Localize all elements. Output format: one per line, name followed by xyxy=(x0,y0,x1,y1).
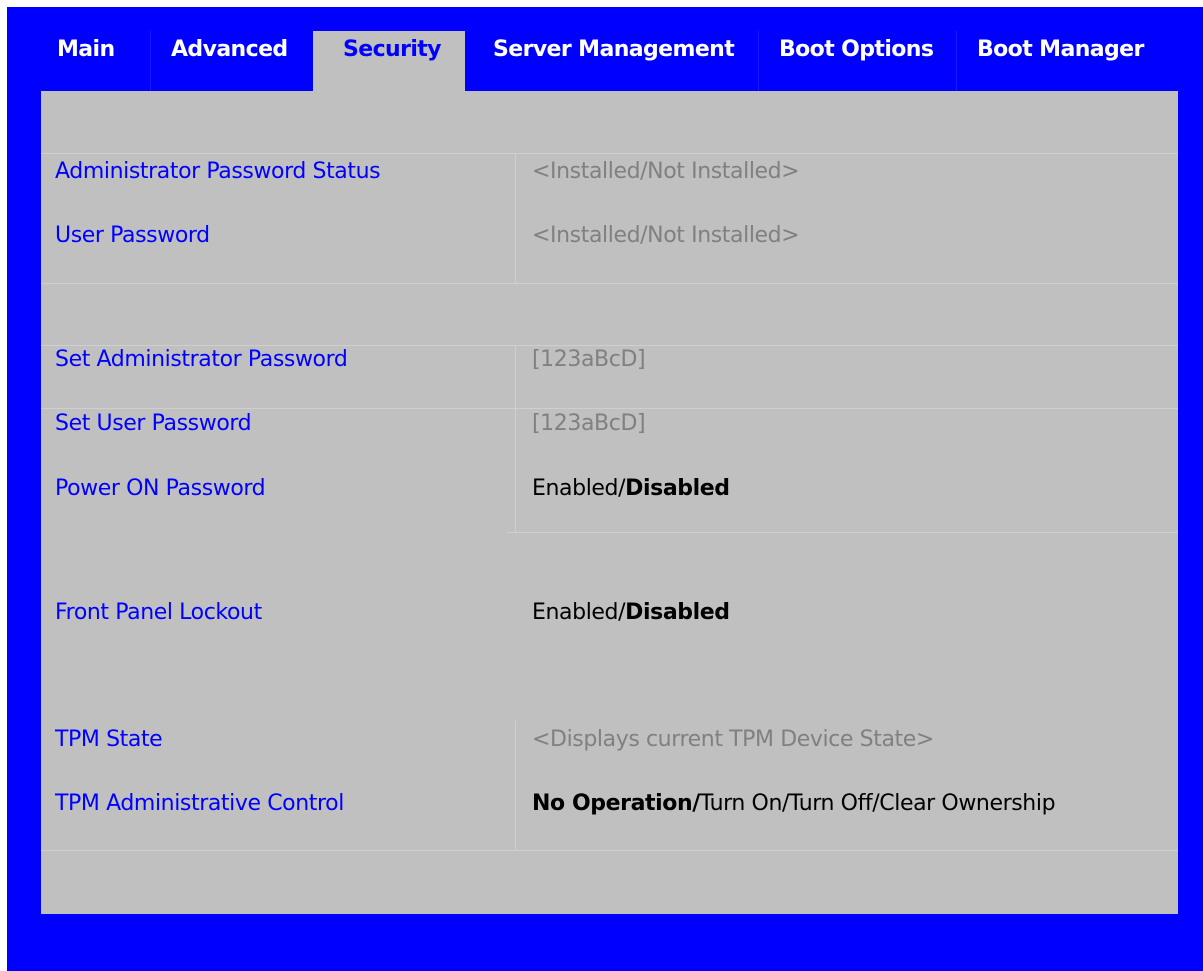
setting-label: TPM Administrative Control xyxy=(55,791,344,816)
setting-options: Enabled/Disabled xyxy=(532,600,730,625)
setting-label: Set User Password xyxy=(55,411,252,436)
tab-main-label: Main xyxy=(57,37,115,62)
row-divider xyxy=(41,153,1178,154)
option-normal: Turn On/Turn Off/Clear Ownership xyxy=(699,791,1056,816)
tab-boot-manager[interactable]: Boot Manager xyxy=(956,31,1166,91)
setting-value: <Installed/Not Installed> xyxy=(532,223,800,248)
tab-boot-options[interactable]: Boot Options xyxy=(758,31,956,91)
tab-boot-options-label: Boot Options xyxy=(779,37,934,62)
row-divider xyxy=(507,532,1178,533)
setting-row-front-panel-lockout[interactable]: Front Panel Lockout Enabled/Disabled xyxy=(41,600,1178,640)
setting-label: Power ON Password xyxy=(55,476,266,501)
row-divider xyxy=(41,850,1178,851)
setting-value: <Installed/Not Installed> xyxy=(532,159,800,184)
setting-options: Enabled/Disabled xyxy=(532,476,730,501)
setting-row-tpm-admin-control[interactable]: TPM Administrative Control No Operation/… xyxy=(41,791,1178,831)
row-divider xyxy=(41,283,1178,284)
security-settings-panel: Administrator Password Status <Installed… xyxy=(41,91,1178,914)
tab-bar: Main Advanced Security Server Management… xyxy=(7,7,1203,91)
setting-value: [123aBcD] xyxy=(532,347,646,372)
tab-boot-manager-label: Boot Manager xyxy=(977,37,1144,62)
row-divider xyxy=(41,408,1178,409)
setting-label: User Password xyxy=(55,223,210,248)
setting-label: Administrator Password Status xyxy=(55,159,381,184)
tab-advanced-label: Advanced xyxy=(171,37,288,62)
setting-value: <Displays current TPM Device State> xyxy=(532,727,934,752)
setting-options: No Operation/Turn On/Turn Off/Clear Owne… xyxy=(532,791,1056,816)
option-selected: Disabled xyxy=(625,476,730,501)
setting-row-power-on-password[interactable]: Power ON Password Enabled/Disabled xyxy=(41,476,1178,516)
setting-row-set-user-password[interactable]: Set User Password [123aBcD] xyxy=(41,411,1178,451)
option-selected: Disabled xyxy=(625,600,730,625)
setting-value: [123aBcD] xyxy=(532,411,646,436)
setting-row-set-admin-password[interactable]: Set Administrator Password [123aBcD] xyxy=(41,347,1178,387)
bios-setup-frame: Main Advanced Security Server Management… xyxy=(7,7,1203,971)
setting-row-admin-password-status: Administrator Password Status <Installed… xyxy=(41,159,1178,199)
tab-security[interactable]: Security xyxy=(313,31,465,91)
setting-row-user-password: User Password <Installed/Not Installed> xyxy=(41,223,1178,263)
tab-server-management[interactable]: Server Management xyxy=(473,31,756,91)
row-divider xyxy=(41,345,1178,346)
option-normal: Enabled/ xyxy=(532,600,626,625)
setting-label: TPM State xyxy=(55,727,163,752)
setting-row-tpm-state: TPM State <Displays current TPM Device S… xyxy=(41,727,1178,767)
setting-label: Set Administrator Password xyxy=(55,347,348,372)
tab-advanced[interactable]: Advanced xyxy=(150,31,313,91)
tab-server-management-label: Server Management xyxy=(493,37,735,62)
tab-security-label: Security xyxy=(343,37,442,62)
option-selected: No Operation/ xyxy=(532,791,700,816)
tab-main[interactable]: Main xyxy=(37,31,147,91)
option-normal: Enabled/ xyxy=(532,476,626,501)
setting-label: Front Panel Lockout xyxy=(55,600,262,625)
